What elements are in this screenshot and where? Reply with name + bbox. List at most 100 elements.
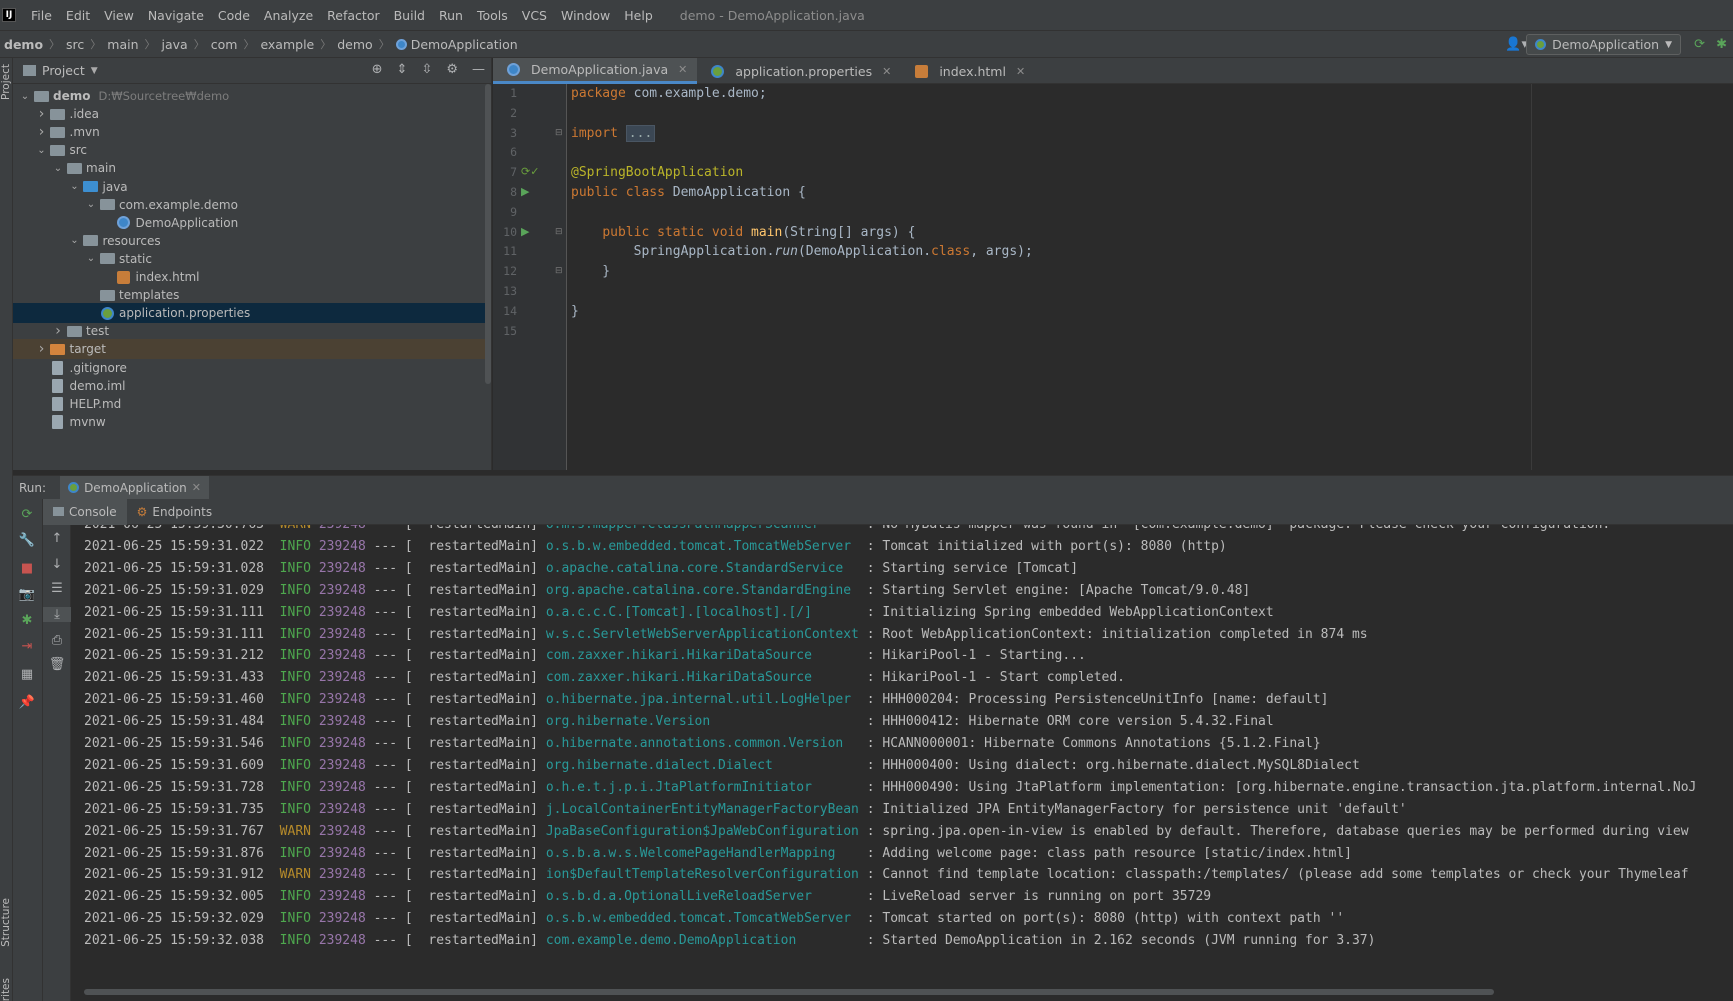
tree-item-com-example-demo[interactable]: ⌄ com.example.demo [13, 195, 491, 215]
arrow-up-icon[interactable]: ↑ [43, 531, 71, 546]
rerun-icon[interactable]: ⟳ [1694, 37, 1705, 52]
close-icon[interactable]: ✕ [192, 481, 201, 494]
rerun-icon[interactable]: ⟳ [13, 507, 41, 522]
run-configuration-dropdown[interactable]: DemoApplication ▼ [1526, 34, 1681, 55]
tree-item-main[interactable]: ⌄ main [13, 158, 491, 178]
menu-view[interactable]: View [97, 8, 141, 23]
tree-item-help-md[interactable]: HELP.md [13, 394, 491, 414]
chevron-down-icon[interactable]: ⌄ [85, 199, 97, 210]
chevron-down-icon[interactable]: ⌄ [19, 91, 31, 102]
menu-refactor[interactable]: Refactor [320, 8, 386, 23]
exit-icon[interactable]: ⇥ [13, 639, 41, 654]
breadcrumb-item[interactable]: demo [337, 37, 372, 52]
debug-bug-icon[interactable]: ✱ [13, 613, 41, 628]
pin-icon[interactable]: 📌 [13, 695, 41, 710]
tree-item--mvn[interactable]: › .mvn [13, 122, 491, 142]
breadcrumb-item[interactable]: main [107, 37, 138, 52]
menu-run[interactable]: Run [432, 8, 470, 23]
tab-console[interactable]: Console [43, 498, 127, 525]
breadcrumb-item[interactable]: java [162, 37, 188, 52]
console-output[interactable]: 2021-06-25 15:59:30.763 WARN 239248 --- … [72, 525, 1733, 989]
project-tool-tab[interactable]: Project [0, 64, 13, 100]
arrow-down-icon[interactable]: ↓ [43, 557, 71, 572]
locate-target-icon[interactable]: ⊕ [372, 62, 383, 77]
tree-item-mvnw[interactable]: mvnw [13, 412, 491, 432]
tree-item-src[interactable]: ⌄ src [13, 140, 491, 160]
debug-bug-icon[interactable]: ✱ [1716, 37, 1727, 52]
tab-demoapplication-java[interactable]: DemoApplication.java ✕ [493, 58, 698, 84]
chevron-right-icon[interactable]: › [36, 106, 48, 122]
menu-navigate[interactable]: Navigate [141, 8, 211, 23]
hide-panel-icon[interactable]: — [472, 62, 485, 77]
breadcrumb-item[interactable]: example [260, 37, 314, 52]
collapse-all-icon[interactable]: ⇳ [421, 62, 432, 77]
stop-icon[interactable]: ■ [13, 561, 41, 576]
menu-code[interactable]: Code [211, 8, 257, 23]
menu-analyze[interactable]: Analyze [257, 8, 320, 23]
favorites-tool-tab[interactable]: Favorites [0, 978, 13, 1001]
tree-item--gitignore[interactable]: .gitignore [13, 358, 491, 378]
run-config-tab[interactable]: DemoApplication ✕ [60, 475, 209, 500]
menu-vcs[interactable]: VCS [515, 8, 554, 23]
console-log-line: 2021-06-25 15:59:31.876 INFO 239248 --- … [84, 846, 1352, 868]
menu-help[interactable]: Help [617, 8, 660, 23]
structure-tool-tab[interactable]: Structure [0, 898, 13, 947]
gear-icon[interactable]: ⚙ [446, 62, 458, 77]
project-panel-title[interactable]: Project [42, 63, 85, 78]
tree-item-templates[interactable]: templates [13, 285, 491, 305]
console-horizontal-scrollbar[interactable] [84, 989, 1494, 995]
breadcrumb-item[interactable]: demo [4, 37, 43, 52]
layout-icon[interactable]: ▦ [13, 667, 41, 682]
tab-application-properties[interactable]: application.properties ✕ [697, 58, 901, 84]
chevron-right-icon[interactable]: › [52, 323, 64, 339]
soft-wrap-icon[interactable]: ☰ [43, 581, 71, 596]
menu-tools[interactable]: Tools [470, 8, 515, 23]
chevron-down-icon[interactable]: ▼ [91, 66, 98, 76]
tree-item-resources[interactable]: ⌄ resources [13, 231, 491, 251]
tree-item-static[interactable]: ⌄ static [13, 249, 491, 269]
user-icon[interactable]: 👤▾ [1505, 37, 1528, 52]
spring-run-gutter-icon[interactable]: ⟳✓ [521, 165, 539, 178]
tree-item-target[interactable]: › target [13, 339, 491, 360]
run-gutter-icon[interactable]: ▶ [521, 185, 529, 198]
code-editor[interactable]: package com.example.demo; import ... @Spri… [567, 84, 1733, 470]
breadcrumb-item[interactable]: src [66, 37, 84, 52]
tree-item-demoapplication[interactable]: DemoApplication [13, 213, 491, 233]
close-icon[interactable]: ✕ [882, 65, 891, 78]
chevron-down-icon[interactable]: ⌄ [36, 145, 48, 156]
fold-marker-icon[interactable]: ⊟ [555, 266, 563, 276]
chevron-down-icon[interactable]: ⌄ [69, 181, 81, 192]
breadcrumb-item[interactable]: DemoApplication [395, 37, 518, 52]
menu-build[interactable]: Build [387, 8, 432, 23]
chevron-down-icon[interactable]: ⌄ [52, 163, 64, 174]
chevron-right-icon[interactable]: › [36, 341, 48, 357]
menu-file[interactable]: File [24, 8, 59, 23]
tree-item-java[interactable]: ⌄ java [13, 177, 491, 197]
chevron-down-icon[interactable]: ⌄ [69, 235, 81, 246]
scroll-to-end-icon[interactable]: ⤓ [43, 607, 71, 622]
print-icon[interactable]: ⎙ [43, 633, 71, 648]
fold-marker-icon[interactable]: ⊟ [555, 128, 563, 138]
menu-window[interactable]: Window [554, 8, 617, 23]
tree-item-application-properties[interactable]: application.properties [13, 303, 491, 324]
fold-marker-icon[interactable]: ⊟ [555, 227, 563, 237]
tree-item--idea[interactable]: › .idea [13, 104, 491, 124]
chevron-right-icon[interactable]: › [36, 124, 48, 140]
tree-scrollbar[interactable] [485, 84, 491, 384]
close-icon[interactable]: ✕ [1016, 65, 1025, 78]
run-gutter-icon[interactable]: ▶ [521, 225, 529, 238]
tree-item-index-html[interactable]: index.html [13, 267, 491, 287]
close-icon[interactable]: ✕ [678, 63, 687, 76]
wrench-icon[interactable]: 🔧 [13, 533, 41, 548]
tree-item-demo-iml[interactable]: demo.iml [13, 376, 491, 396]
expand-all-icon[interactable]: ⇕ [397, 62, 408, 77]
breadcrumb-item[interactable]: com [211, 37, 238, 52]
tree-item-test[interactable]: › test [13, 321, 491, 341]
camera-icon[interactable]: 📷 [13, 587, 41, 602]
menu-edit[interactable]: Edit [59, 8, 97, 23]
trash-icon[interactable]: 🗑 [43, 657, 71, 672]
tree-item-demo[interactable]: ⌄ demo D:₩Sourcetree₩demo [13, 86, 491, 106]
tab-endpoints[interactable]: ⚙ Endpoints [127, 499, 222, 525]
tab-index-html[interactable]: index.html ✕ [901, 58, 1035, 84]
chevron-down-icon[interactable]: ⌄ [85, 253, 97, 264]
